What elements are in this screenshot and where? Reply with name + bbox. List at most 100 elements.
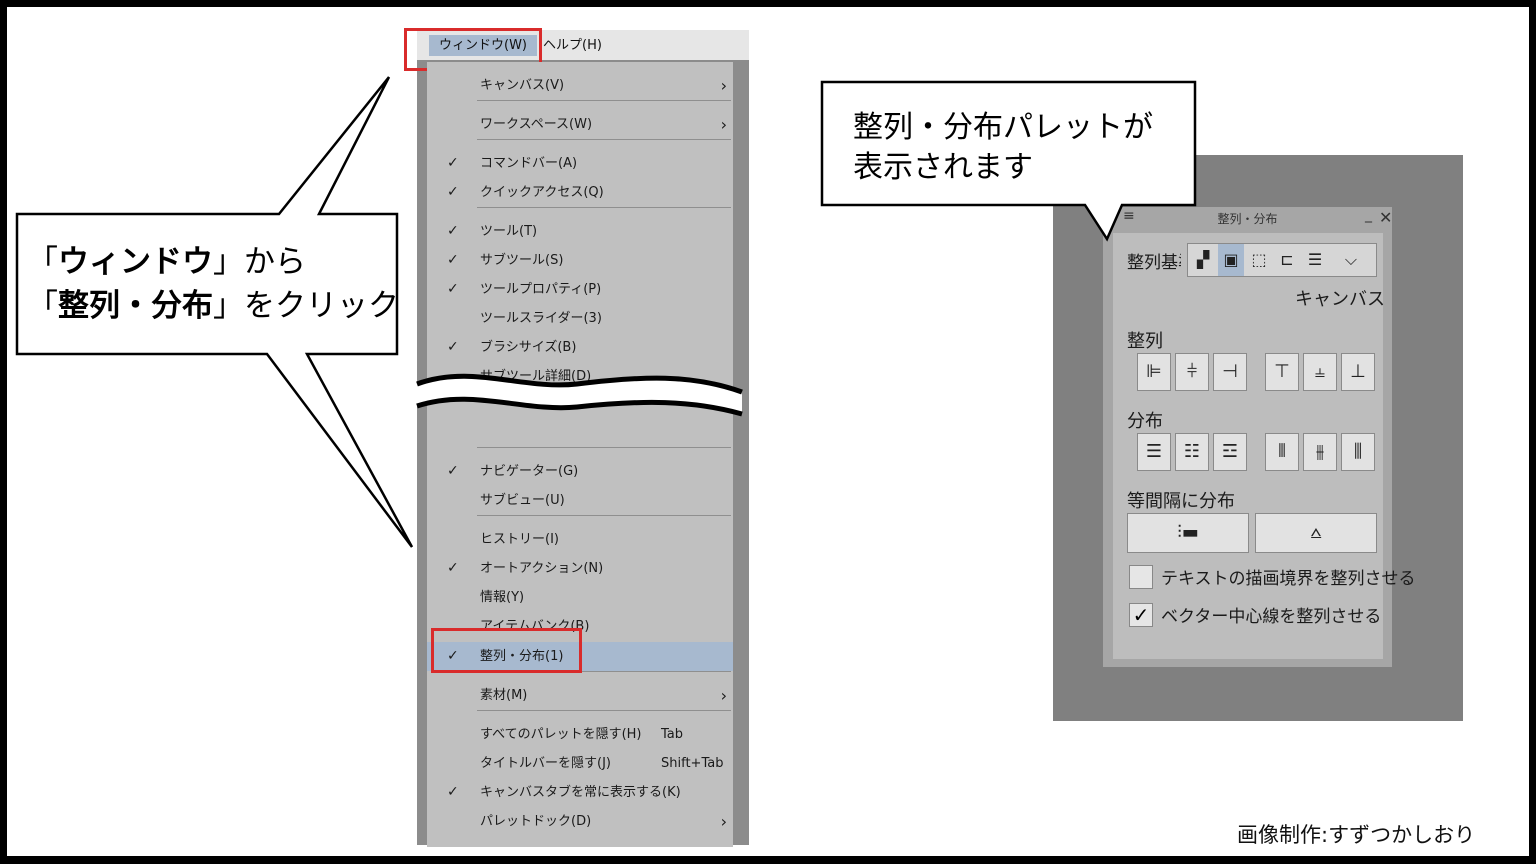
equal-spacing-vertical-button[interactable]: ⫶▬ (1127, 513, 1249, 553)
menu-item[interactable]: キャンバス(V) › (427, 71, 733, 100)
menu-item-label: ツールスライダー(3) (480, 311, 602, 326)
checkmark-icon: ✓ (447, 463, 459, 479)
quote-close-2: 」 (213, 288, 244, 324)
menu-item-label: タイトルバーを隠す(J) (480, 756, 611, 771)
distribute-top-button[interactable]: ☰ (1137, 433, 1171, 471)
menu-item-label: コマンドバー(A) (480, 156, 578, 171)
quote-open-1: 「 (27, 244, 58, 280)
checkmark-icon: ✓ (447, 223, 459, 239)
chevron-right-icon: › (720, 76, 727, 95)
callout-right-line2: 表示されます (853, 150, 1033, 185)
menu-item[interactable]: ✓ クイックアクセス(Q) (427, 178, 733, 207)
distribute-hcenter-button[interactable]: ⫵ (1303, 433, 1337, 471)
menu-item[interactable]: パレットドック(D) › (427, 807, 733, 836)
menu-item-label: ナビゲーター(G) (480, 464, 579, 479)
menu-item[interactable]: 素材(M) › (427, 681, 733, 710)
menu-item-label: サブビュー(U) (480, 493, 565, 508)
menu-item-label: クイックアクセス(Q) (480, 185, 604, 200)
menu-item[interactable]: ワークスペース(W) › (427, 110, 733, 139)
distribute-section-label: 分布 (1127, 411, 1163, 432)
distribute-right-button[interactable]: ⫼ (1341, 433, 1375, 471)
chevron-right-icon: › (720, 115, 727, 134)
menu-item-label: ツールプロパティ(P) (480, 282, 602, 297)
menu-item[interactable]: すべてのパレットを隠す(H) Tab (427, 720, 733, 749)
quote-close-1: 」 (213, 244, 244, 280)
menu-item-label: ツール(T) (480, 224, 538, 239)
menu-item[interactable]: ✓ ナビゲーター(G) (427, 457, 733, 486)
basis-key-object-icon[interactable]: ⊏ (1274, 244, 1300, 276)
distribute-left-button[interactable]: ⫴ (1265, 433, 1299, 471)
menu-item[interactable]: ✓ ツールプロパティ(P) (427, 275, 733, 304)
menu-item-shortcut: Shift+Tab (661, 756, 724, 771)
callout-left-bold-1: ウィンドウ (58, 244, 213, 280)
checkmark-icon: ✓ (447, 784, 459, 800)
menu-separator (477, 515, 731, 516)
menu-item[interactable]: ヒストリー(I) (427, 525, 733, 554)
menu-item[interactable]: タイトルバーを隠す(J) Shift+Tab (427, 749, 733, 778)
align-bottom-button[interactable]: ⊥ (1341, 353, 1375, 391)
align-hcenter-button[interactable]: ⫩ (1175, 353, 1209, 391)
callout-left-rest-2: をクリック (244, 288, 399, 324)
menu-separator (477, 207, 731, 208)
menu-item[interactable]: 情報(Y) (427, 583, 733, 612)
callout-right-text: 整列・分布パレットが 表示されます (853, 108, 1153, 188)
menu-item[interactable]: ツールスライダー(3) (427, 304, 733, 333)
chevron-right-icon: › (720, 812, 727, 831)
equal-spacing-label: 等間隔に分布 (1127, 491, 1235, 512)
align-section-label: 整列 (1127, 331, 1163, 352)
align-right-button[interactable]: ⊣ (1213, 353, 1247, 391)
menu-item[interactable]: ✓ オートアクション(N) (427, 554, 733, 583)
menu-item-label: 情報(Y) (480, 590, 525, 605)
option1-checkbox[interactable] (1129, 565, 1153, 589)
close-icon[interactable]: ✕ (1379, 208, 1392, 227)
basis-canvas-icon[interactable]: ▣ (1218, 244, 1244, 276)
menu-item-label: オートアクション(N) (480, 561, 604, 576)
align-distribute-palette: ≡ 整列・分布 _ ✕ 整列基準 ▞ ▣ ⬚ ⊏ ☰ ⌵ キャンバス 整列 ⊫ … (1103, 207, 1416, 667)
menu-item-label: キャンバス(V) (480, 78, 565, 93)
align-left-button[interactable]: ⊫ (1137, 353, 1171, 391)
minimize-icon[interactable]: _ (1365, 207, 1372, 223)
menu-item-label: パレットドック(D) (480, 814, 592, 829)
equal-spacing-horizontal-button[interactable]: ⩟ (1255, 513, 1377, 553)
option2-label: ベクター中心線を整列させる (1161, 607, 1382, 627)
menu-separator (477, 710, 731, 711)
checkmark-icon: ✓ (447, 281, 459, 297)
callout-right-line1: 整列・分布パレットが (853, 110, 1153, 145)
callout-left-rest-1: から (244, 244, 306, 280)
chevron-right-icon: › (720, 686, 727, 705)
menu-item[interactable]: ✓ コマンドバー(A) (427, 149, 733, 178)
palette-body: 整列基準 ▞ ▣ ⬚ ⊏ ☰ ⌵ キャンバス 整列 ⊫ ⫩ ⊣ ⊤ ⫨ ⊥ 分布… (1113, 233, 1416, 659)
menu-item[interactable]: ✓ キャンバスタブを常に表示する(K) (427, 778, 733, 807)
align-top-button[interactable]: ⊤ (1265, 353, 1299, 391)
align-distribute-highlight-frame (431, 628, 582, 673)
menu-help[interactable]: ヘルプ(H) (543, 35, 602, 56)
image-credit: 画像制作:すずつかしおり (1237, 823, 1476, 847)
menu-item-label: ヒストリー(I) (480, 532, 559, 547)
align-vcenter-button[interactable]: ⫨ (1303, 353, 1337, 391)
distribute-bottom-button[interactable]: ☲ (1213, 433, 1247, 471)
slide-canvas: ウィンドウ(W) ヘルプ(H) キャンバス(V) › ワークスペース(W) › ✓ コマン… (7, 7, 1529, 856)
menu-item-label: ワークスペース(W) (480, 117, 593, 132)
menu-item[interactable]: サブビュー(U) (427, 486, 733, 515)
checkmark-icon: ✓ (447, 252, 459, 268)
basis-guide-icon[interactable]: ☰ (1302, 244, 1328, 276)
distribute-vcenter-button[interactable]: ☷ (1175, 433, 1209, 471)
menu-item[interactable]: ✓ ブラシサイズ(B) (427, 333, 733, 362)
menu-separator (477, 139, 731, 140)
menu-item[interactable]: ✓ ツール(T) (427, 217, 733, 246)
callout-left-bold-2: 整列・分布 (58, 288, 213, 324)
option2-checkbox[interactable]: ✓ (1129, 603, 1153, 627)
menu-item-shortcut: Tab (661, 727, 684, 742)
window-dropdown-menu: キャンバス(V) › ワークスペース(W) › ✓ コマンドバー(A) ✓ クイックアクセス(… (427, 62, 733, 847)
menu-item-label: ブラシサイズ(B) (480, 340, 577, 355)
checkmark-icon: ✓ (447, 339, 459, 355)
menu-item[interactable]: ✓ サブツール(S) (427, 246, 733, 275)
menu-item-label: サブツール(S) (480, 253, 564, 268)
option1-label: テキストの描画境界を整列させる (1161, 569, 1416, 589)
menu-break-wave (416, 373, 743, 417)
callout-left-text: 「ウィンドウ」から 「整列・分布」をクリック (27, 240, 399, 328)
basis-layer-icon[interactable]: ⬚ (1246, 244, 1272, 276)
chevron-down-icon[interactable]: ⌵ (1338, 244, 1364, 276)
checkmark-icon: ✓ (447, 560, 459, 576)
quote-open-2: 「 (27, 288, 58, 324)
